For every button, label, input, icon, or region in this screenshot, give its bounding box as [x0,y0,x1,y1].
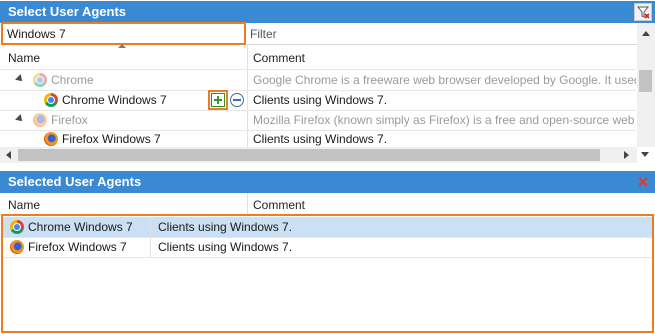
selected-row[interactable]: Firefox Windows 7 Clients using Windows … [3,237,652,257]
close-icon [638,177,648,187]
selected-user-agents-header: Selected User Agents [0,171,655,193]
chrome-icon [33,73,47,87]
add-button[interactable] [211,93,225,107]
tree-item-row[interactable]: Chrome Windows 7 Clients using Windows 7… [0,90,636,110]
horizontal-scrollbar[interactable] [0,147,637,163]
firefox-icon [33,113,47,127]
expand-arrow-icon[interactable] [15,114,25,124]
chrome-icon [44,93,58,107]
clear-filter-button[interactable] [634,3,652,21]
plus-icon [214,96,222,104]
horizontal-scroll-thumb[interactable] [18,149,600,161]
minus-icon [233,99,241,101]
column-comment[interactable]: Comment [253,46,305,70]
selected-user-agents-title: Selected User Agents [8,174,142,189]
selected-row[interactable]: Chrome Windows 7 Clients using Windows 7… [3,217,652,237]
expand-arrow-icon[interactable] [15,74,25,84]
tree-group-row[interactable]: Chrome Google Chrome is a freeware web b… [0,70,636,90]
select-user-agents-title: Select User Agents [8,4,127,19]
scroll-right-icon[interactable] [624,151,629,159]
vertical-scrollbar[interactable] [637,23,655,147]
remove-all-button[interactable] [634,173,652,191]
search-highlight [1,22,246,45]
scroll-down-icon[interactable] [641,152,649,157]
sort-ascending-icon [118,44,126,48]
filter-input[interactable]: Filter [250,24,636,44]
firefox-icon [10,240,24,254]
vertical-scroll-thumb[interactable] [639,70,652,92]
remove-button[interactable] [230,93,244,107]
select-user-agents-header: Select User Agents [0,1,655,23]
scroll-left-icon[interactable] [6,151,11,159]
tree-item-row[interactable]: Firefox Windows 7 Clients using Windows … [0,130,636,147]
chrome-icon [10,220,24,234]
tree-group-row[interactable]: Firefox Mozilla Firefox (known simply as… [0,110,636,130]
column-name[interactable]: Name [8,46,40,70]
firefox-icon [44,132,58,146]
filter-clear-icon [636,6,650,19]
scroll-up-icon[interactable] [642,31,650,36]
